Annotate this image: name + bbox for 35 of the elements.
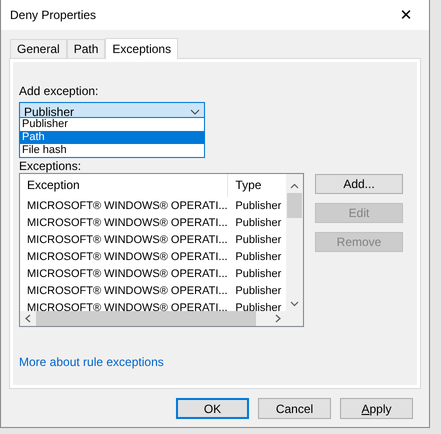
table-cell-text: Publisher: [234, 302, 282, 311]
tab[interactable]: Exceptions: [105, 38, 178, 59]
help-link[interactable]: More about rule exceptions: [19, 355, 164, 369]
table-cell-text: MICROSOFT® WINDOWS® OPERATI...: [26, 268, 228, 280]
table-cell-text: MICROSOFT® WINDOWS® OPERATI...: [26, 284, 228, 296]
scroll-up-icon[interactable]: [290, 183, 299, 189]
chevron-down-icon: [190, 109, 200, 115]
table-cell-text: Publisher: [234, 284, 282, 296]
dialog-button[interactable]: Cancel: [258, 398, 331, 419]
table-cell-text: MICROSOFT® WINDOWS® OPERATI...: [26, 234, 228, 246]
tab[interactable]: Path: [66, 39, 106, 58]
list-label: Exceptions:: [19, 159, 82, 173]
horizontal-scrollbar[interactable]: [20, 311, 303, 326]
table-cell-text: Publisher: [234, 268, 282, 280]
scrollbar-thumb[interactable]: [36, 311, 256, 326]
table-cell-text: MICROSOFT® WINDOWS® OPERATI...: [26, 216, 228, 228]
tab[interactable]: General: [10, 39, 67, 58]
column-header[interactable]: Exception: [20, 174, 228, 197]
vertical-scrollbar[interactable]: [286, 174, 303, 311]
field-label: Add exception:: [19, 84, 100, 98]
table-cell-text: MICROSOFT® WINDOWS® OPERATI...: [26, 250, 228, 262]
scroll-down-icon[interactable]: [290, 301, 299, 307]
dropdown-option[interactable]: Path: [20, 131, 204, 144]
window-title: Deny Properties: [10, 8, 96, 22]
dialog-button[interactable]: Apply: [340, 398, 413, 419]
table-cell-text: Publisher: [234, 250, 282, 262]
table-cell-text: MICROSOFT® WINDOWS® OPERATI...: [26, 302, 228, 311]
table-cell-text: Publisher: [234, 216, 282, 228]
table-cell-text: Publisher: [234, 200, 282, 212]
column-header[interactable]: Type: [228, 174, 286, 197]
table-cell-text: Publisher: [234, 234, 282, 246]
list-action-button[interactable]: Add...: [315, 174, 403, 194]
dialog-button[interactable]: OK: [176, 398, 249, 419]
table-cell-text: MICROSOFT® WINDOWS® OPERATI...: [26, 200, 228, 212]
scrollbar-thumb[interactable]: [287, 193, 302, 218]
